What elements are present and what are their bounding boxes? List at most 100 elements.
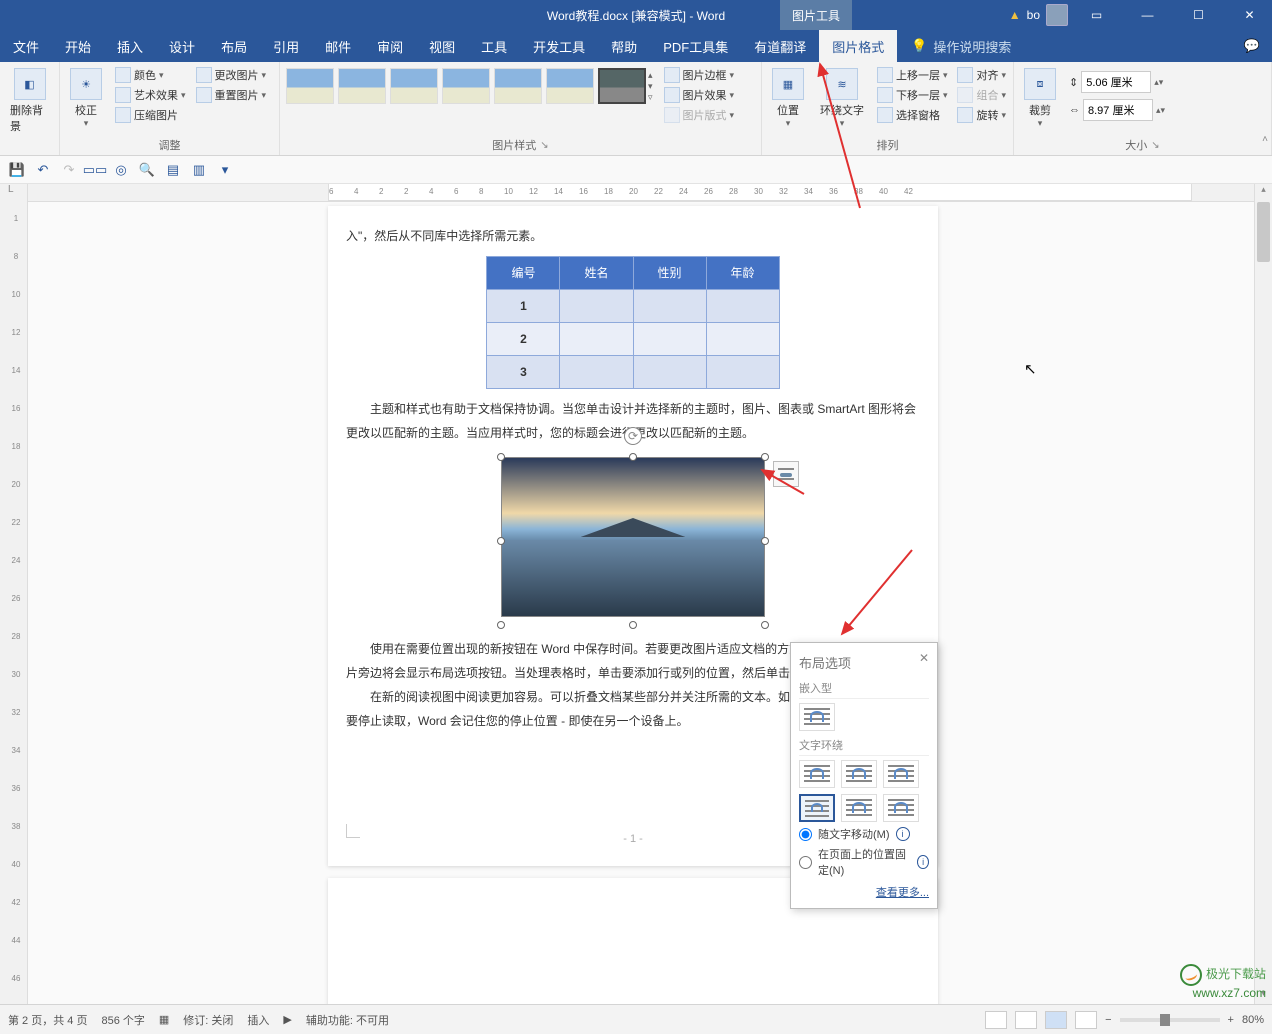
- tab-selector[interactable]: L: [8, 184, 14, 195]
- table-header-row[interactable]: 编号 姓名 性别 年龄: [487, 257, 779, 290]
- resize-handle-se[interactable]: [761, 621, 769, 629]
- tab-developer[interactable]: 开发工具: [520, 30, 598, 62]
- change-picture-button[interactable]: 更改图片▾: [193, 66, 270, 84]
- document-area[interactable]: 6422468101214161820222426283032343638404…: [28, 184, 1272, 1004]
- picture-style-3[interactable]: [390, 68, 438, 104]
- fix-position-radio[interactable]: 在页面上的位置固定(N) i: [799, 846, 929, 878]
- position-button[interactable]: ▦ 位置▾: [766, 66, 810, 131]
- resize-handle-n[interactable]: [629, 453, 637, 461]
- vertical-ruler[interactable]: L 18101214161820222426283032343638404244…: [0, 184, 28, 1004]
- tab-mailings[interactable]: 邮件: [312, 30, 364, 62]
- wrap-through[interactable]: [883, 760, 919, 788]
- tell-me-search[interactable]: 💡 操作说明搜索: [897, 30, 1011, 62]
- vertical-scrollbar[interactable]: ▴ ▾: [1254, 184, 1272, 1004]
- wrap-text-button[interactable]: ≋ 环绕文字▾: [814, 66, 870, 131]
- tab-help[interactable]: 帮助: [598, 30, 650, 62]
- compress-pictures-button[interactable]: 压缩图片: [112, 106, 189, 124]
- print-view-button[interactable]: [1045, 1011, 1067, 1029]
- save-icon[interactable]: 💾: [8, 161, 26, 179]
- avatar[interactable]: [1046, 4, 1068, 26]
- wrap-square[interactable]: [799, 760, 835, 788]
- layout-options-button[interactable]: [773, 461, 799, 487]
- picture-style-selected[interactable]: [598, 68, 646, 104]
- move-with-text-radio[interactable]: 随文字移动(M) i: [799, 826, 929, 842]
- table-header[interactable]: 编号: [487, 257, 560, 290]
- width-input[interactable]: [1083, 99, 1153, 121]
- remove-background-button[interactable]: ◧ 删除背景: [4, 66, 55, 136]
- selection-pane-button[interactable]: 选择窗格: [874, 106, 951, 124]
- picture-effects-button[interactable]: 图片效果▾: [661, 86, 738, 104]
- see-more-link[interactable]: 查看更多...: [799, 884, 929, 900]
- track-changes-status[interactable]: 修订: 关闭: [183, 1012, 233, 1028]
- insert-mode[interactable]: 插入: [247, 1012, 269, 1028]
- table-row[interactable]: 3: [487, 356, 779, 389]
- qat-icon-8[interactable]: ▥: [190, 161, 208, 179]
- language-icon[interactable]: ▦: [159, 1013, 169, 1026]
- scroll-up-button[interactable]: ▴: [1255, 184, 1272, 200]
- word-count[interactable]: 856 个字: [101, 1012, 144, 1028]
- width-spinner[interactable]: ▴▾: [1156, 105, 1165, 116]
- resize-handle-nw[interactable]: [497, 453, 505, 461]
- style-gallery-down[interactable]: ▾: [648, 81, 653, 92]
- rotate-button[interactable]: 旋转▾: [954, 106, 1009, 124]
- tab-picture-format[interactable]: 图片格式: [819, 30, 897, 62]
- qat-icon-6[interactable]: 🔍: [138, 161, 156, 179]
- tab-view[interactable]: 视图: [416, 30, 468, 62]
- picture-style-1[interactable]: [286, 68, 334, 104]
- collapse-ribbon-icon[interactable]: ˄: [1262, 134, 1268, 145]
- tab-layout[interactable]: 布局: [208, 30, 260, 62]
- tab-home[interactable]: 开始: [52, 30, 104, 62]
- radio-move-with-text[interactable]: [799, 828, 812, 841]
- resize-handle-ne[interactable]: [761, 453, 769, 461]
- wrap-behind[interactable]: [841, 794, 877, 822]
- corrections-button[interactable]: ☀ 校正▾: [64, 66, 108, 131]
- crop-button[interactable]: ⧈ 裁剪▾: [1018, 66, 1062, 131]
- tab-insert[interactable]: 插入: [104, 30, 156, 62]
- style-gallery-up[interactable]: ▴: [648, 70, 653, 81]
- qat-icon-5[interactable]: ◎: [112, 161, 130, 179]
- web-view-button[interactable]: [1075, 1011, 1097, 1029]
- maximize-button[interactable]: ☐: [1176, 0, 1221, 30]
- table-row[interactable]: 2: [487, 323, 779, 356]
- height-spinner[interactable]: ▴▾: [1154, 77, 1163, 88]
- reset-picture-button[interactable]: 重置图片▾: [193, 86, 270, 104]
- ribbon-display-options-icon[interactable]: ▭: [1074, 0, 1119, 30]
- document-table[interactable]: 编号 姓名 性别 年龄 1 2 3: [486, 256, 779, 389]
- picture-style-5[interactable]: [494, 68, 542, 104]
- picture-style-2[interactable]: [338, 68, 386, 104]
- table-header[interactable]: 性别: [633, 257, 706, 290]
- accessibility-status[interactable]: 辅助功能: 不可用: [306, 1012, 389, 1028]
- read-view-button[interactable]: [1015, 1011, 1037, 1029]
- resize-handle-s[interactable]: [629, 621, 637, 629]
- zoom-slider[interactable]: [1120, 1018, 1220, 1022]
- qat-icon-4[interactable]: ▭▭: [86, 161, 104, 179]
- size-launcher[interactable]: ↘: [1151, 140, 1159, 151]
- page-indicator[interactable]: 第 2 页，共 4 页: [8, 1012, 87, 1028]
- zoom-in-button[interactable]: +: [1228, 1014, 1234, 1026]
- send-backward-button[interactable]: 下移一层▾: [874, 86, 951, 104]
- color-button[interactable]: 颜色▾: [112, 66, 189, 84]
- zoom-level[interactable]: 80%: [1242, 1014, 1264, 1026]
- close-button[interactable]: ✕: [1227, 0, 1272, 30]
- height-input[interactable]: [1081, 71, 1151, 93]
- tab-youdao[interactable]: 有道翻译: [741, 30, 819, 62]
- mountain-image[interactable]: [501, 457, 765, 617]
- wrap-inline[interactable]: [799, 703, 835, 731]
- table-header[interactable]: 年龄: [706, 257, 779, 290]
- qat-customize-icon[interactable]: ▾: [216, 161, 234, 179]
- align-button[interactable]: 对齐▾: [954, 66, 1009, 84]
- resize-handle-w[interactable]: [497, 537, 505, 545]
- redo-icon[interactable]: ↷: [60, 161, 78, 179]
- radio-fix-position[interactable]: [799, 856, 812, 869]
- tab-tools[interactable]: 工具: [468, 30, 520, 62]
- info-icon[interactable]: i: [917, 855, 929, 869]
- tab-file[interactable]: 文件: [0, 30, 52, 62]
- wrap-tight[interactable]: [841, 760, 877, 788]
- picture-style-4[interactable]: [442, 68, 490, 104]
- resize-handle-e[interactable]: [761, 537, 769, 545]
- minimize-button[interactable]: ―: [1125, 0, 1170, 30]
- picture-border-button[interactable]: 图片边框▾: [661, 66, 738, 84]
- picture-style-6[interactable]: [546, 68, 594, 104]
- wrap-top-bottom[interactable]: [799, 794, 835, 822]
- zoom-out-button[interactable]: −: [1105, 1014, 1111, 1026]
